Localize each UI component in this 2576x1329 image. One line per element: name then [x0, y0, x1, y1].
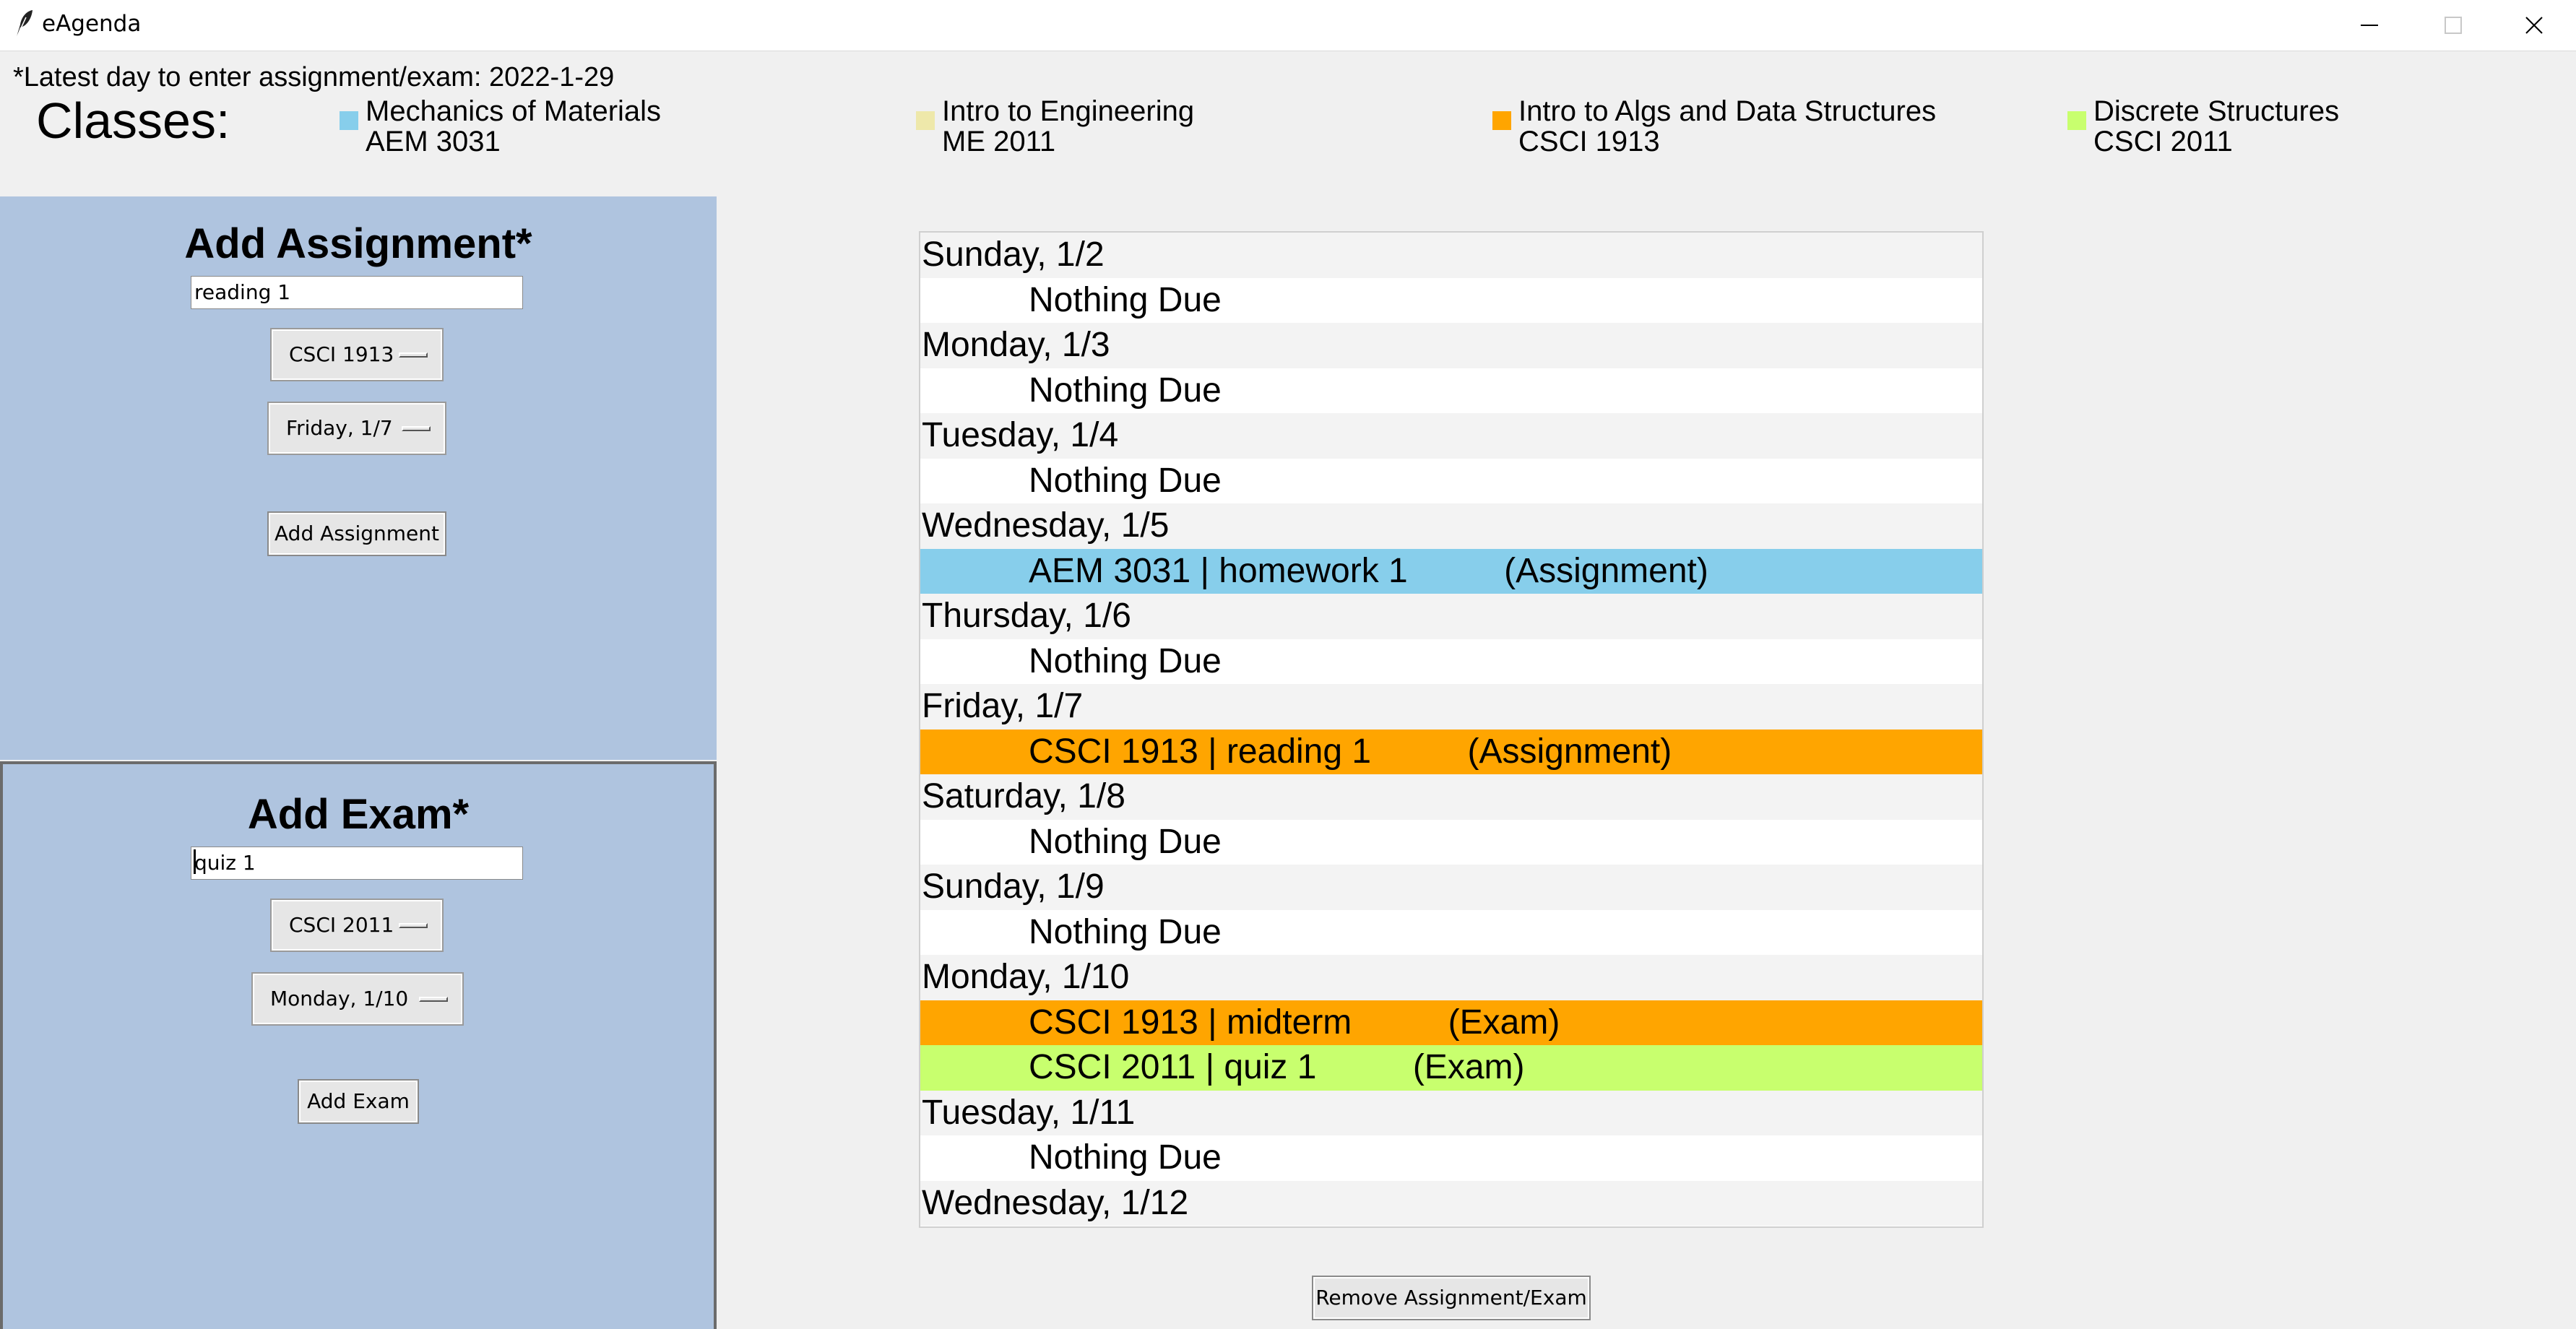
agenda-entry[interactable]: AEM 3031 | homework 1 (Assignment): [920, 548, 1982, 594]
window-title: eAgenda: [42, 11, 142, 37]
class-name: Intro to Engineering: [942, 95, 1195, 127]
agenda-nothing-due[interactable]: Nothing Due: [920, 638, 1982, 684]
dropdown-indicator-icon: [419, 997, 448, 1002]
dropdown-indicator-icon: [399, 923, 428, 928]
remove-assignment-exam-button[interactable]: Remove Assignment/Exam: [1312, 1276, 1591, 1320]
minimize-button[interactable]: [2328, 0, 2411, 51]
dropdown-indicator-icon: [399, 352, 428, 358]
agenda-day-header[interactable]: Thursday, 1/6: [920, 594, 1982, 639]
agenda-listbox[interactable]: Sunday, 1/2 Nothing Due Monday, 1/3 Nothing…: [919, 231, 1984, 1228]
maximize-button[interactable]: [2411, 0, 2495, 51]
text-cursor: [194, 849, 196, 874]
agenda-day-header[interactable]: Monday, 1/3: [920, 323, 1982, 368]
exam-date-value: Monday, 1/10: [270, 987, 409, 1010]
agenda-nothing-due[interactable]: Nothing Due: [920, 277, 1982, 323]
agenda-day-header[interactable]: Saturday, 1/8: [920, 774, 1982, 820]
dropdown-indicator-icon: [402, 426, 431, 431]
class-code: AEM 3031: [366, 126, 501, 157]
class-legend-item: Mechanics of Materials AEM 3031: [340, 95, 845, 175]
class-legend-item: Intro to Engineering ME 2011: [916, 95, 1422, 175]
exam-date-select[interactable]: Monday, 1/10: [251, 972, 464, 1026]
class-legend-item: Intro to Algs and Data Structures CSCI 1…: [1492, 95, 1998, 175]
agenda-nothing-due[interactable]: Nothing Due: [920, 368, 1982, 413]
agenda-day-header[interactable]: Tuesday, 1/11: [920, 1090, 1982, 1135]
class-code: CSCI 1913: [1518, 126, 1660, 157]
agenda-day-header[interactable]: Friday, 1/7: [920, 684, 1982, 730]
agenda-nothing-due[interactable]: Nothing Due: [920, 458, 1982, 503]
exam-class-select[interactable]: CSCI 2011: [270, 899, 444, 952]
class-code: CSCI 2011: [2093, 126, 2233, 157]
add-exam-title: Add Exam*: [247, 791, 470, 838]
class-name: Mechanics of Materials: [366, 95, 662, 127]
agenda-day-header[interactable]: Wednesday, 1/5: [920, 503, 1982, 549]
agenda-entry[interactable]: CSCI 2011 | quiz 1 (Exam): [920, 1045, 1982, 1091]
minimize-icon: [2361, 25, 2378, 26]
class-color-swatch: [340, 111, 358, 130]
add-exam-panel: Add Exam* quiz 1 CSCI 2011 Monday, 1/10 …: [0, 761, 717, 1329]
agenda-day-header[interactable]: Tuesday, 1/4: [920, 413, 1982, 459]
feather-icon: [13, 9, 35, 40]
add-assignment-title: Add Assignment*: [184, 220, 532, 267]
title-bar: eAgenda: [0, 0, 2576, 51]
right-margin: [2179, 196, 2576, 1329]
agenda-nothing-due[interactable]: Nothing Due: [920, 909, 1982, 955]
classes-label: Classes:: [36, 92, 230, 149]
class-color-swatch: [1492, 111, 1511, 130]
agenda-day-header[interactable]: Wednesday, 1/12: [920, 1180, 1982, 1226]
close-button[interactable]: [2492, 0, 2576, 51]
add-exam-button[interactable]: Add Exam: [298, 1079, 419, 1124]
assignment-date-value: Friday, 1/7: [286, 416, 393, 440]
class-name: Intro to Algs and Data Structures: [1518, 95, 1937, 127]
class-legend-item: Discrete Structures CSCI 2011: [2067, 95, 2501, 175]
exam-class-value: CSCI 2011: [289, 913, 394, 937]
add-assignment-button[interactable]: Add Assignment: [267, 511, 446, 556]
class-name: Discrete Structures: [2093, 95, 2340, 127]
assignment-class-select[interactable]: CSCI 1913: [270, 328, 444, 381]
assignment-name-input[interactable]: reading 1: [191, 276, 523, 309]
class-color-swatch: [916, 111, 935, 130]
class-color-swatch: [2067, 111, 2086, 130]
close-icon: [2525, 17, 2543, 34]
assignment-date-select[interactable]: Friday, 1/7: [267, 402, 446, 455]
maximize-icon: [2445, 17, 2462, 34]
class-code: ME 2011: [942, 126, 1056, 157]
agenda-nothing-due[interactable]: Nothing Due: [920, 819, 1982, 865]
agenda-day-header[interactable]: Monday, 1/10: [920, 955, 1982, 1000]
add-assignment-panel: Add Assignment* reading 1 CSCI 1913 Frid…: [0, 196, 717, 760]
agenda-entry[interactable]: CSCI 1913 | reading 1 (Assignment): [920, 729, 1982, 774]
agenda-nothing-due[interactable]: Nothing Due: [920, 1135, 1982, 1181]
agenda-day-header[interactable]: Sunday, 1/9: [920, 865, 1982, 910]
agenda-entry[interactable]: CSCI 1913 | midterm (Exam): [920, 1000, 1982, 1045]
assignment-class-value: CSCI 1913: [289, 342, 394, 366]
latest-day-note: *Latest day to enter assignment/exam: 20…: [13, 62, 615, 92]
exam-name-input[interactable]: quiz 1: [191, 847, 523, 880]
agenda-day-header[interactable]: Sunday, 1/2: [920, 233, 1982, 278]
